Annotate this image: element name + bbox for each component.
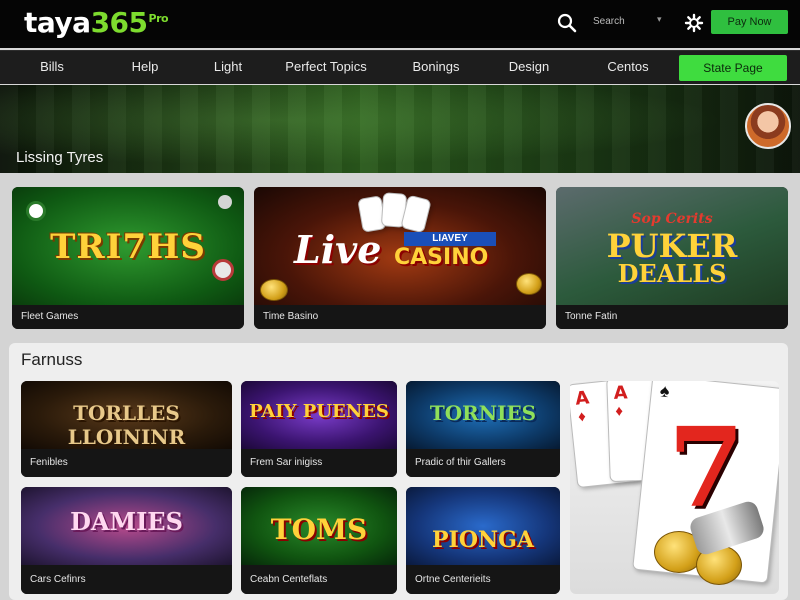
coin-icon bbox=[260, 279, 288, 301]
nav-item-bills[interactable]: Bills bbox=[40, 51, 64, 85]
game-card-art: TORLLES LLOININR bbox=[21, 381, 232, 449]
brand-logo[interactable]: taya365Pro bbox=[24, 6, 169, 39]
nav-item-light[interactable]: Light bbox=[214, 51, 242, 85]
avatar[interactable] bbox=[745, 103, 791, 149]
search-input[interactable]: Search bbox=[593, 16, 625, 27]
game-caption: Pradic of thir Gallers bbox=[406, 449, 560, 477]
game-card-art: DAMIES bbox=[21, 487, 232, 565]
game-card-art: TORNIES bbox=[406, 381, 560, 449]
game-card-art: PAIY PUENES bbox=[241, 381, 397, 449]
search-icon[interactable] bbox=[556, 12, 578, 34]
game-title: TRI7HS bbox=[50, 227, 206, 267]
game-card-poker-deals[interactable]: Sop Cerits PUKER DEALLS Tonne Fatin bbox=[556, 187, 788, 329]
game-caption: Fenibles bbox=[21, 449, 232, 477]
top-bar: taya365Pro Search ▾ Pay Now bbox=[0, 0, 800, 48]
chevron-down-icon[interactable]: ▾ bbox=[657, 14, 662, 25]
game-card-art: TOMS bbox=[241, 487, 397, 565]
chip-icon bbox=[26, 201, 46, 221]
game-caption: Ceabn Centeflats bbox=[241, 565, 397, 594]
game-card-art: PIONGA bbox=[406, 487, 560, 565]
logo-part-pro: Pro bbox=[148, 11, 169, 25]
game-caption: Ortne Centerieits bbox=[406, 565, 560, 594]
game-card-art: Sop Cerits PUKER DEALLS bbox=[556, 187, 788, 305]
hero-banner: Lissing Tyres bbox=[0, 85, 800, 173]
nav-item-perfect-topics[interactable]: Perfect Topics bbox=[285, 51, 366, 85]
game-card-ortne[interactable]: PIONGA Ortne Centerieits bbox=[406, 487, 560, 594]
game-title: TORNIES bbox=[429, 401, 537, 425]
game-title-banner: LIAVEY bbox=[404, 232, 496, 246]
gear-icon[interactable] bbox=[683, 12, 705, 34]
diamond-icon: ♦ bbox=[615, 402, 624, 420]
nav-item-help[interactable]: Help bbox=[132, 51, 159, 85]
game-title: PIONGA bbox=[432, 527, 534, 553]
game-title-deals: DEALLS bbox=[617, 259, 727, 288]
game-card-cars-cefinrs[interactable]: DAMIES Cars Cefinrs bbox=[21, 487, 232, 594]
game-caption: Time Basino bbox=[254, 305, 546, 329]
game-title: TOMS bbox=[270, 513, 368, 546]
game-card-frem-sar[interactable]: PAIY PUENES Frem Sar inigiss bbox=[241, 381, 397, 477]
game-title: DAMIES bbox=[70, 507, 183, 536]
game-card-pradic[interactable]: TORNIES Pradic of thir Gallers bbox=[406, 381, 560, 477]
game-caption: Cars Cefinrs bbox=[21, 565, 232, 594]
game-caption: Frem Sar inigiss bbox=[241, 449, 397, 477]
nav-item-design[interactable]: Design bbox=[509, 51, 549, 85]
pay-now-button[interactable]: Pay Now bbox=[711, 10, 788, 34]
card-rank: A bbox=[613, 382, 629, 404]
nav-item-bonings[interactable]: Bonings bbox=[413, 51, 460, 85]
card-rank: A bbox=[574, 387, 591, 410]
state-page-button[interactable]: State Page bbox=[679, 55, 787, 81]
game-caption: Fleet Games bbox=[12, 305, 244, 329]
game-title: TORLLES LLOININR bbox=[67, 401, 186, 449]
section-title: Farnuss bbox=[21, 350, 83, 369]
game-card-fenibles[interactable]: TORLLES LLOININR Fenibles bbox=[21, 381, 232, 477]
spade-icon: ♠ bbox=[658, 381, 671, 402]
coin-icon bbox=[516, 273, 542, 295]
game-title-script: Sop Cerits bbox=[631, 211, 713, 227]
main-nav: Bills Help Light Perfect Topics Bonings … bbox=[0, 50, 800, 84]
game-caption: Tonne Fatin bbox=[556, 305, 788, 329]
logo-part-taya: taya bbox=[24, 6, 91, 39]
nav-item-centos[interactable]: Centos bbox=[607, 51, 648, 85]
game-title-casino: CASINO bbox=[394, 245, 489, 270]
game-card-featured-seven[interactable]: A ♦ A ♦ ♠ 7 bbox=[570, 381, 779, 594]
game-title-live: Live bbox=[294, 227, 382, 272]
hero-title: Lissing Tyres bbox=[16, 149, 104, 166]
game-card-fleet-games[interactable]: TRI7HS Fleet Games bbox=[12, 187, 244, 329]
game-card-live-casino[interactable]: Live LIAVEY CASINO Time Basino bbox=[254, 187, 546, 329]
chip-icon bbox=[218, 195, 232, 209]
game-card-art: TRI7HS bbox=[12, 187, 244, 305]
game-card-ceabn[interactable]: TOMS Ceabn Centeflats bbox=[241, 487, 397, 594]
logo-part-365: 365 bbox=[90, 6, 148, 39]
heart-icon: ♦ bbox=[577, 407, 587, 426]
game-title: PAIY PUENES bbox=[249, 401, 389, 422]
game-card-art: Live LIAVEY CASINO bbox=[254, 187, 546, 305]
